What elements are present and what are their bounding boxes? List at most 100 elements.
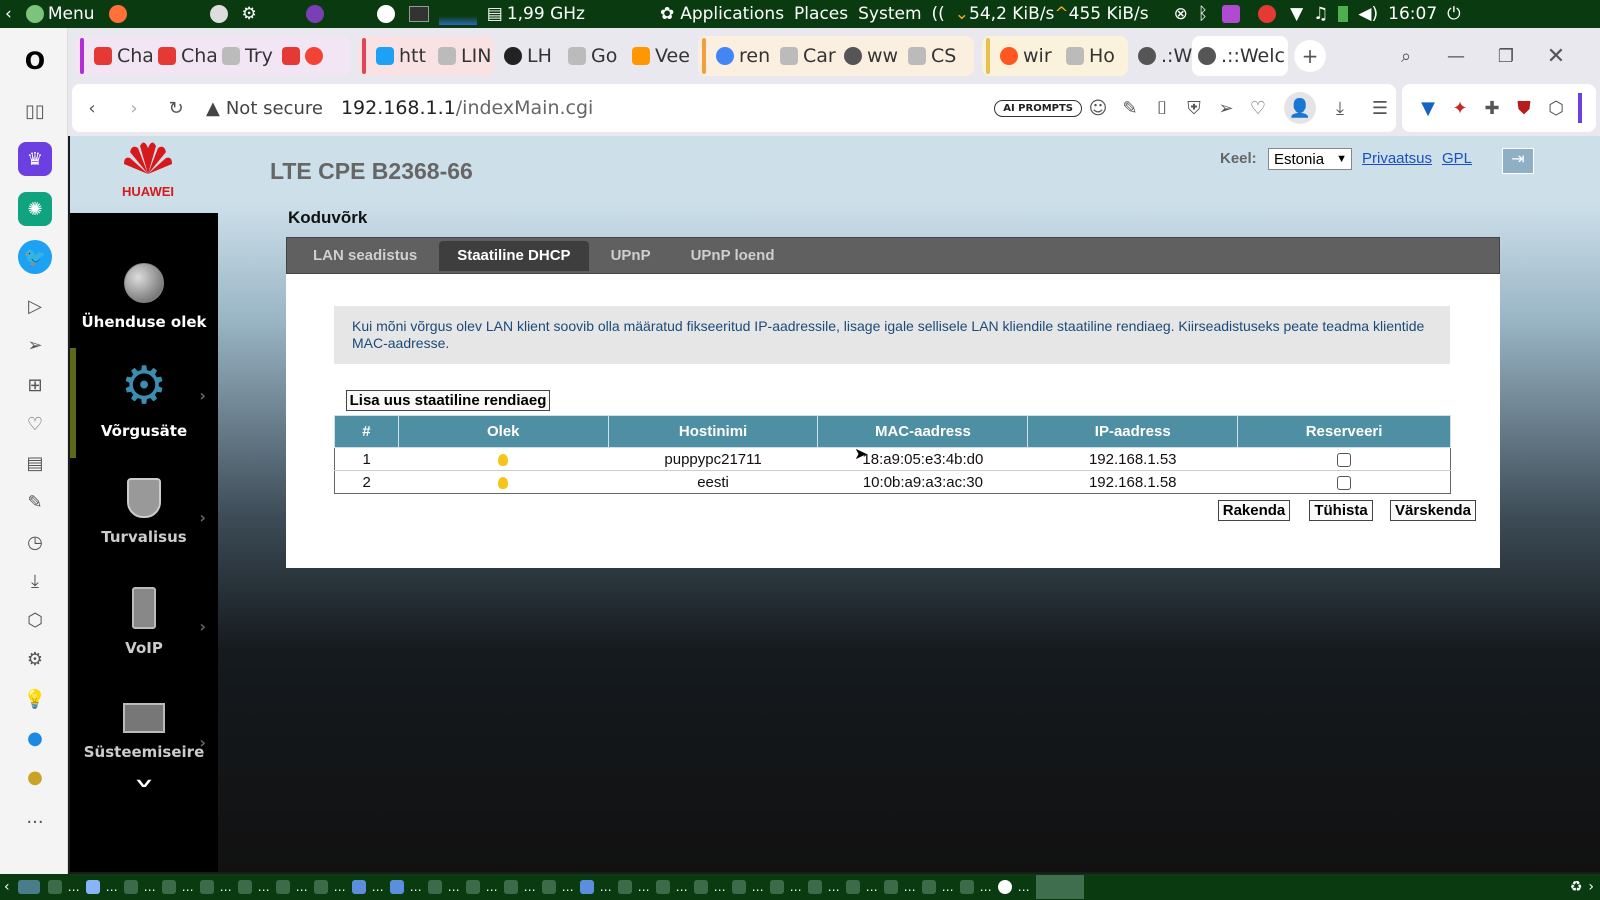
tab[interactable]: ww <box>838 36 902 76</box>
taskbar-app-icon[interactable] <box>845 880 860 894</box>
puzzle-extension-icon[interactable]: ✚ <box>1476 92 1508 124</box>
tab[interactable]: Cha <box>88 36 152 76</box>
nav-security[interactable]: Turvalisus › <box>70 478 218 546</box>
nav-network-settings[interactable]: ⚙ Võrgusäte › <box>70 356 218 440</box>
heart-icon[interactable]: ♡ <box>18 407 52 441</box>
easy-setup-icon[interactable]: ☰ <box>1364 92 1396 124</box>
send-icon[interactable]: ➢ <box>1210 92 1242 124</box>
extensions-cube-icon[interactable]: ⬡ <box>18 603 52 637</box>
nav-connection-status[interactable]: Ühenduse olek <box>70 263 218 331</box>
taskbar-app-icon[interactable] <box>883 880 898 894</box>
camera-icon[interactable]: ⌷ <box>1146 92 1178 124</box>
gpl-link[interactable]: GPL <box>1442 150 1472 167</box>
tab[interactable]: LIN <box>432 36 494 76</box>
back-arrow-icon[interactable]: ‹ <box>76 92 108 124</box>
taskbar-app-icon[interactable] <box>503 880 518 894</box>
minimize-icon[interactable]: — <box>1440 40 1472 72</box>
tab[interactable] <box>276 36 336 76</box>
volume-icon[interactable]: ◀) <box>1358 4 1378 24</box>
taskbar-app-icon[interactable] <box>47 880 62 894</box>
taskbar-right-arrow[interactable]: › <box>1588 879 1594 895</box>
accessibility-icon[interactable] <box>206 5 232 23</box>
extension-icon[interactable]: ✦ <box>1444 92 1476 124</box>
wifi-icon[interactable]: (( <box>932 4 945 24</box>
clock[interactable]: 16:07 <box>1388 4 1437 24</box>
tab-search-icon[interactable]: ⌕ <box>1390 40 1422 72</box>
scroll-down-chevron-icon[interactable]: ˅ <box>115 780 173 810</box>
taskbar-app-icon[interactable] <box>313 880 328 894</box>
nav-voip[interactable]: VoIP › <box>70 587 218 657</box>
tab[interactable]: Try <box>216 36 276 76</box>
language-select[interactable]: Estonia ▼ <box>1268 148 1352 170</box>
taskbar-app-icon[interactable] <box>427 880 442 894</box>
tab[interactable]: CS <box>902 36 958 76</box>
tab[interactable]: Car <box>774 36 838 76</box>
tab[interactable]: Cha <box>152 36 216 76</box>
taskbar-app-icon[interactable] <box>237 880 252 894</box>
sidebar-toggle[interactable] <box>1578 93 1582 123</box>
tor-icon[interactable] <box>302 5 328 23</box>
image-viewer-icon[interactable] <box>1218 5 1244 23</box>
ublock-icon[interactable]: ⛊ <box>1508 92 1540 124</box>
vpn-extension-icon[interactable]: ▼ <box>1412 92 1444 124</box>
tab[interactable]: .:W <box>1132 36 1192 76</box>
settings-icon[interactable]: ⚙ <box>242 4 257 24</box>
taskbar-app-icon[interactable] <box>85 880 100 894</box>
places-menu[interactable]: Places <box>794 4 848 24</box>
bookmarks-book-icon[interactable]: ▯▯ <box>18 94 52 128</box>
edit-icon[interactable]: ✎ <box>1114 92 1146 124</box>
taskbar-app-icon[interactable] <box>199 880 214 894</box>
player-icon[interactable]: ▷ <box>18 289 52 323</box>
taskbar-app-icon[interactable] <box>731 880 746 894</box>
privacy-link[interactable]: Privaatsus <box>1362 150 1432 167</box>
opera-logo-icon[interactable]: O <box>18 44 52 78</box>
updates-icon[interactable] <box>1254 5 1280 23</box>
news-icon[interactable]: ▤ <box>18 446 52 480</box>
power-icon[interactable]: ⏻ <box>1447 4 1460 24</box>
more-dots-icon[interactable]: ··· <box>18 805 52 839</box>
notifications-icon[interactable]: ♫ <box>1313 4 1328 24</box>
taskbar-active-window[interactable] <box>1035 875 1084 899</box>
reload-icon[interactable]: ↻ <box>160 92 192 124</box>
taskbar-opera-icon[interactable] <box>997 880 1012 894</box>
send-icon[interactable]: ➢ <box>18 328 52 362</box>
system-menu[interactable]: System <box>858 4 921 24</box>
chatgpt-icon[interactable]: ✺ <box>18 192 52 226</box>
shield-icon[interactable]: ⛨ <box>1178 92 1210 124</box>
taskbar-app-icon[interactable] <box>389 880 404 894</box>
taskbar-app-icon[interactable] <box>807 880 822 894</box>
tab-upnp[interactable]: UPnP <box>593 241 669 271</box>
restore-icon[interactable]: ❐ <box>1490 40 1522 72</box>
emoji-icon[interactable]: ☺ <box>1082 92 1114 124</box>
coin-icon[interactable]: ● <box>18 760 52 794</box>
taskbar-app-icon[interactable] <box>275 880 290 894</box>
tab[interactable]: Go <box>562 36 626 76</box>
new-tab-plus-icon[interactable]: + <box>1294 40 1326 72</box>
downloads-icon[interactable]: ⤓ <box>18 564 52 598</box>
applications-menu[interactable]: ✿ Applications <box>660 4 784 24</box>
forward-arrow-icon[interactable]: › <box>118 92 150 124</box>
tab[interactable]: Vee <box>626 36 690 76</box>
profile-icon[interactable]: 👤 <box>1284 92 1316 124</box>
heart-icon[interactable]: ♡ <box>1242 92 1274 124</box>
taskbar-app-icon[interactable] <box>655 880 670 894</box>
pinboard-icon[interactable]: ✎ <box>18 485 52 519</box>
taskbar-app-icon[interactable] <box>617 880 632 894</box>
taskbar-app-icon[interactable] <box>921 880 936 894</box>
terminal-icon[interactable] <box>408 6 429 22</box>
battery-icon[interactable] <box>1338 6 1349 22</box>
taskbar-app-icon[interactable] <box>465 880 480 894</box>
speed-dial-icon[interactable]: ⊞ <box>18 368 52 402</box>
taskbar-app-icon[interactable] <box>161 880 176 894</box>
taskbar-app-icon[interactable] <box>123 880 138 894</box>
twitter-icon[interactable]: 🐦 <box>18 240 52 274</box>
tab[interactable]: htt <box>370 36 432 76</box>
taskbar-app-icon[interactable] <box>541 880 556 894</box>
show-desktop-icon[interactable] <box>17 880 40 894</box>
firefox-launcher[interactable] <box>105 5 131 23</box>
taskbar-app-icon[interactable] <box>693 880 708 894</box>
tab[interactable]: wir <box>994 36 1060 76</box>
tab-active[interactable]: .::Welc <box>1192 36 1288 76</box>
tab-static-dhcp[interactable]: Staatiline DHCP <box>439 240 589 271</box>
taskbar-trash-icon[interactable]: ♻ <box>1570 879 1583 895</box>
